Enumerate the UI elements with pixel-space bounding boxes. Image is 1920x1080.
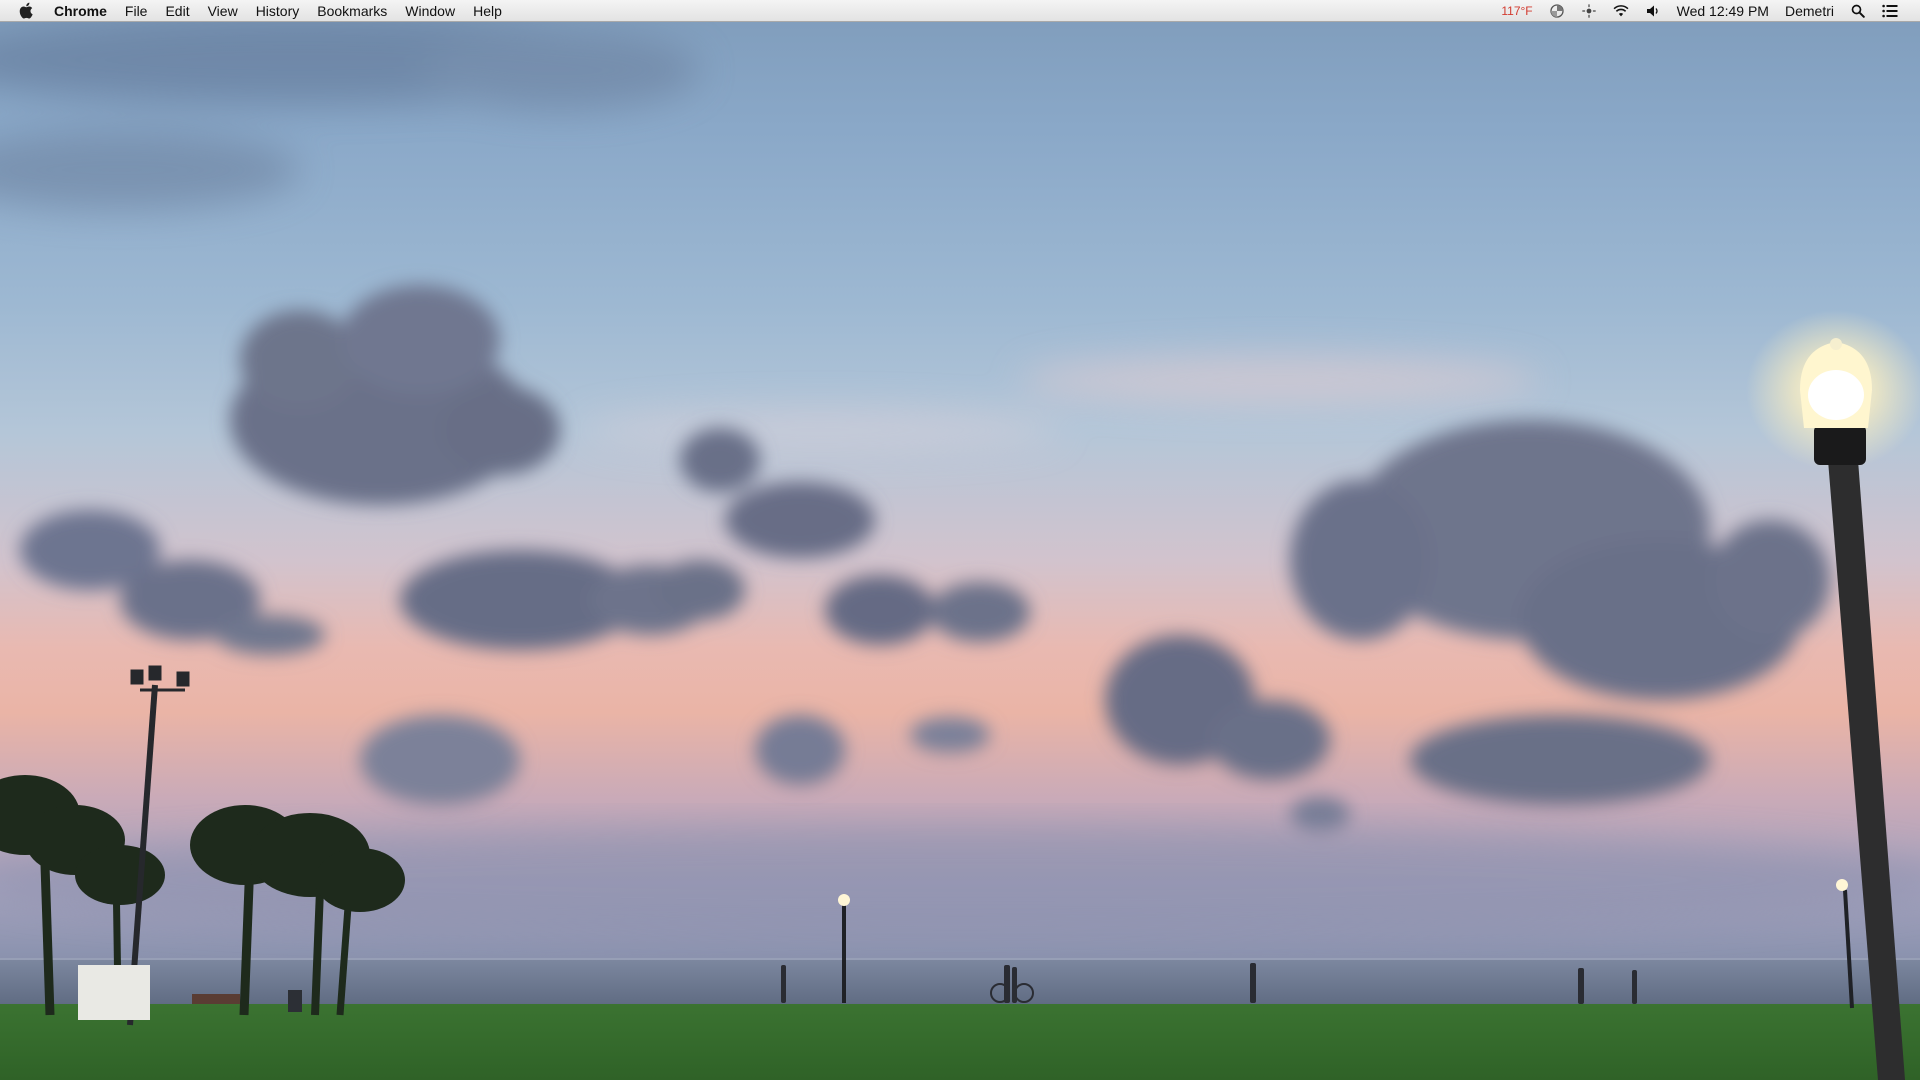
disk-activity-icon — [1549, 3, 1565, 19]
clock-status[interactable]: Wed 12:49 PM — [1669, 0, 1777, 22]
apple-logo-icon[interactable] — [18, 2, 34, 20]
spotlight-search-icon — [1850, 3, 1866, 19]
datetime-text: Wed 12:49 PM — [1676, 2, 1769, 19]
cloud-right — [1105, 420, 1830, 833]
menu-view[interactable]: View — [199, 0, 247, 22]
volume-icon — [1645, 3, 1661, 19]
volume-status[interactable] — [1637, 0, 1669, 22]
desktop-wallpaper — [0, 0, 1920, 1080]
user-name-text: Demetri — [1784, 2, 1834, 19]
menu-bar-status: 117°F Wed 12:49 PM Demetri — [1493, 0, 1920, 22]
app-menu-chrome[interactable]: Chrome — [54, 0, 116, 22]
wifi-status[interactable] — [1605, 0, 1637, 22]
brightness-status[interactable] — [1573, 0, 1605, 22]
wispy-clouds — [0, 15, 1540, 450]
park-lawn — [0, 1004, 1920, 1080]
menu-bar-left: Chrome File Edit View History Bookmarks … — [0, 0, 511, 22]
temperature-status[interactable]: 117°F — [1493, 0, 1540, 22]
wallpaper-scene — [0, 15, 1920, 1080]
menu-bar: Chrome File Edit View History Bookmarks … — [0, 0, 1920, 22]
disk-activity-status[interactable] — [1541, 0, 1573, 22]
park-structure — [78, 965, 150, 1020]
brightness-icon — [1581, 3, 1597, 19]
spotlight-status[interactable] — [1842, 0, 1874, 22]
menu-edit[interactable]: Edit — [156, 0, 198, 22]
menu-history[interactable]: History — [247, 0, 309, 22]
menu-file[interactable]: File — [116, 0, 157, 22]
notification-center-icon — [1882, 3, 1898, 19]
notification-center-status[interactable] — [1874, 0, 1906, 22]
user-menu[interactable]: Demetri — [1777, 0, 1842, 22]
cloud-mid-left — [20, 510, 745, 805]
bench — [192, 994, 240, 1004]
temperature-text: 117°F — [1501, 3, 1533, 18]
cloud-upper-left — [230, 285, 560, 505]
menu-bookmarks[interactable]: Bookmarks — [308, 0, 396, 22]
wifi-icon — [1613, 3, 1629, 19]
menu-help[interactable]: Help — [464, 0, 511, 22]
trash-can — [288, 990, 302, 1012]
menu-window[interactable]: Window — [396, 0, 464, 22]
